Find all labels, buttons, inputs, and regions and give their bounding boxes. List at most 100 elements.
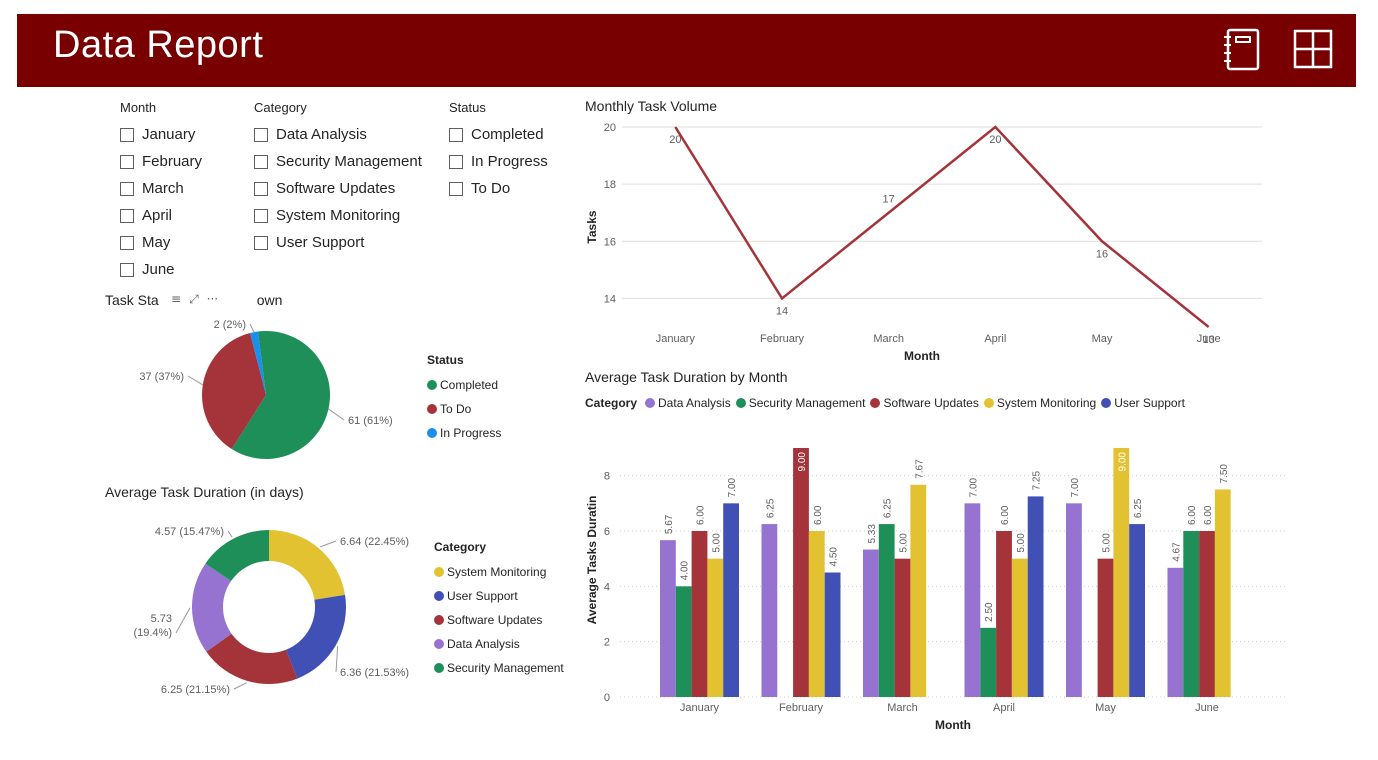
data-label: 6.25 [883,498,894,518]
bar-data-analysis-march [863,549,879,697]
focus-mode-icon[interactable]: ⤢ [189,292,199,307]
checkbox[interactable] [449,154,463,169]
checkbox[interactable] [254,127,268,142]
monthly-volume-line-chart[interactable]: 14161820201417201613January February March… [580,115,1280,365]
legend-dot [735,398,746,408]
duration-donut-chart[interactable]: 6.64 (22.45%) 6.36 (21.53%) 6.25 (21.15%) 5… [100,505,430,710]
checkbox[interactable] [254,208,268,223]
layout-icon[interactable] [1292,27,1334,73]
more-options-icon[interactable]: ··· [207,292,218,307]
checkbox[interactable] [120,235,134,250]
slicer-item-security-management[interactable]: Security Management [254,148,422,175]
leader-line [187,375,204,386]
data-label: 5.00 [899,533,910,553]
slicer-item-data-analysis[interactable]: Data Analysis [254,121,422,148]
slicer-item-june[interactable]: June [120,256,202,283]
legend-item-system-monitoring[interactable]: System Monitoring [434,560,564,584]
duration-bar-chart[interactable]: 0 2 4 6 8 5.67 4.00 6.00 5.00 7.00 January 6.25 9.00… [580,420,1295,740]
data-label: 6.00 [1000,505,1011,525]
slicer-item-user-support[interactable]: User Support [254,229,422,256]
slicer-item-label: Security Management [276,153,422,170]
legend-item-to-do[interactable]: To Do [427,397,501,421]
data-label: 4.57 (15.47%) [155,526,224,538]
bar-user-support-may [1129,524,1145,697]
slicer-item-april[interactable]: April [120,202,202,229]
x-tick-label: May [1092,333,1113,345]
line-visual-title: Monthly Task Volume [585,98,718,114]
report-header: Data Report [17,14,1356,87]
slicer-title: Category [254,100,307,115]
data-label: 17 [883,194,895,206]
data-label: 4.67 [1171,542,1182,562]
checkbox[interactable] [120,262,134,277]
y-tick-label: 14 [604,293,616,305]
y-axis-title: Tasks [585,210,599,243]
legend-item-user-support[interactable]: User Support [1101,396,1185,410]
donut-visual-title: Average Task Duration (in days) [105,484,304,500]
x-tick-label: March [887,702,918,714]
checkbox[interactable] [449,181,463,196]
data-label: 2.50 [984,602,995,622]
slicer-item-label: In Progress [471,153,548,170]
slicer-item-may[interactable]: May [120,229,202,256]
bar-system-monitoring-june [1214,489,1231,697]
legend-item-user-support[interactable]: User Support [434,584,564,608]
slicer-item-label: June [142,261,175,278]
x-tick-label: June [1197,333,1221,345]
legend-dot [434,663,444,673]
legend-dot [434,567,444,577]
data-label: 9.00 [797,452,808,472]
legend-item-security-management[interactable]: Security Management [735,396,866,410]
legend-item-completed[interactable]: Completed [427,373,501,397]
legend-item-software-updates[interactable]: Software Updates [434,608,564,632]
checkbox[interactable] [254,154,268,169]
slicer-item-january[interactable]: January [120,121,202,148]
slicer-item-label: January [142,126,196,143]
legend-item-data-analysis[interactable]: Data Analysis [434,632,564,656]
slicer-item-in-progress[interactable]: In Progress [449,148,548,175]
x-tick-label: February [779,702,824,714]
bar-system-monitoring-april [1011,558,1028,697]
legend-item-data-analysis[interactable]: Data Analysis [645,396,731,410]
filter-icon[interactable]: ≡ [171,292,181,307]
x-tick-label: May [1095,702,1116,714]
x-tick-label: January [680,702,720,714]
data-label: 5.00 [711,533,722,553]
legend-item-system-monitoring[interactable]: System Monitoring [983,396,1097,410]
checkbox[interactable] [449,127,463,142]
month-slicer: Month January February March April May J… [120,100,202,283]
category-legend: Category System Monitoring User Support … [434,540,564,680]
notebook-icon[interactable] [1222,27,1264,73]
checkbox[interactable] [254,235,268,250]
slicer-item-completed[interactable]: Completed [449,121,548,148]
legend-dot [983,398,994,408]
checkbox[interactable] [120,154,134,169]
pie-title-right: own [256,292,283,308]
y-tick-label: 18 [604,179,616,191]
legend-label: System Monitoring [996,396,1097,410]
y-tick-label: 16 [604,236,616,248]
legend-label: User Support [447,589,518,603]
checkbox[interactable] [120,208,134,223]
legend-item-security-management[interactable]: Security Management [434,656,564,680]
slicer-item-to-do[interactable]: To Do [449,175,548,202]
legend-dot [1101,398,1112,408]
leader-line [320,540,337,548]
legend-label: Security Management [748,396,866,410]
x-tick-label: April [984,333,1006,345]
checkbox[interactable] [120,181,134,196]
checkbox[interactable] [120,127,134,142]
slicer-item-march[interactable]: March [120,175,202,202]
slicer-item-system-monitoring[interactable]: System Monitoring [254,202,422,229]
checkbox[interactable] [254,181,268,196]
y-tick-label: 4 [604,581,610,593]
data-label: 16 [1096,248,1108,260]
status-pie-chart[interactable]: 61 (61%) 37 (37%) 2 (2%) [100,310,420,480]
slicer-item-software-updates[interactable]: Software Updates [254,175,422,202]
data-label: 6.00 [813,505,824,525]
legend-label: Data Analysis [447,637,520,651]
slicer-item-february[interactable]: February [120,148,202,175]
legend-item-in-progress[interactable]: In Progress [427,421,501,445]
legend-item-software-updates[interactable]: Software Updates [870,396,979,410]
data-label: 7.67 [914,459,925,479]
